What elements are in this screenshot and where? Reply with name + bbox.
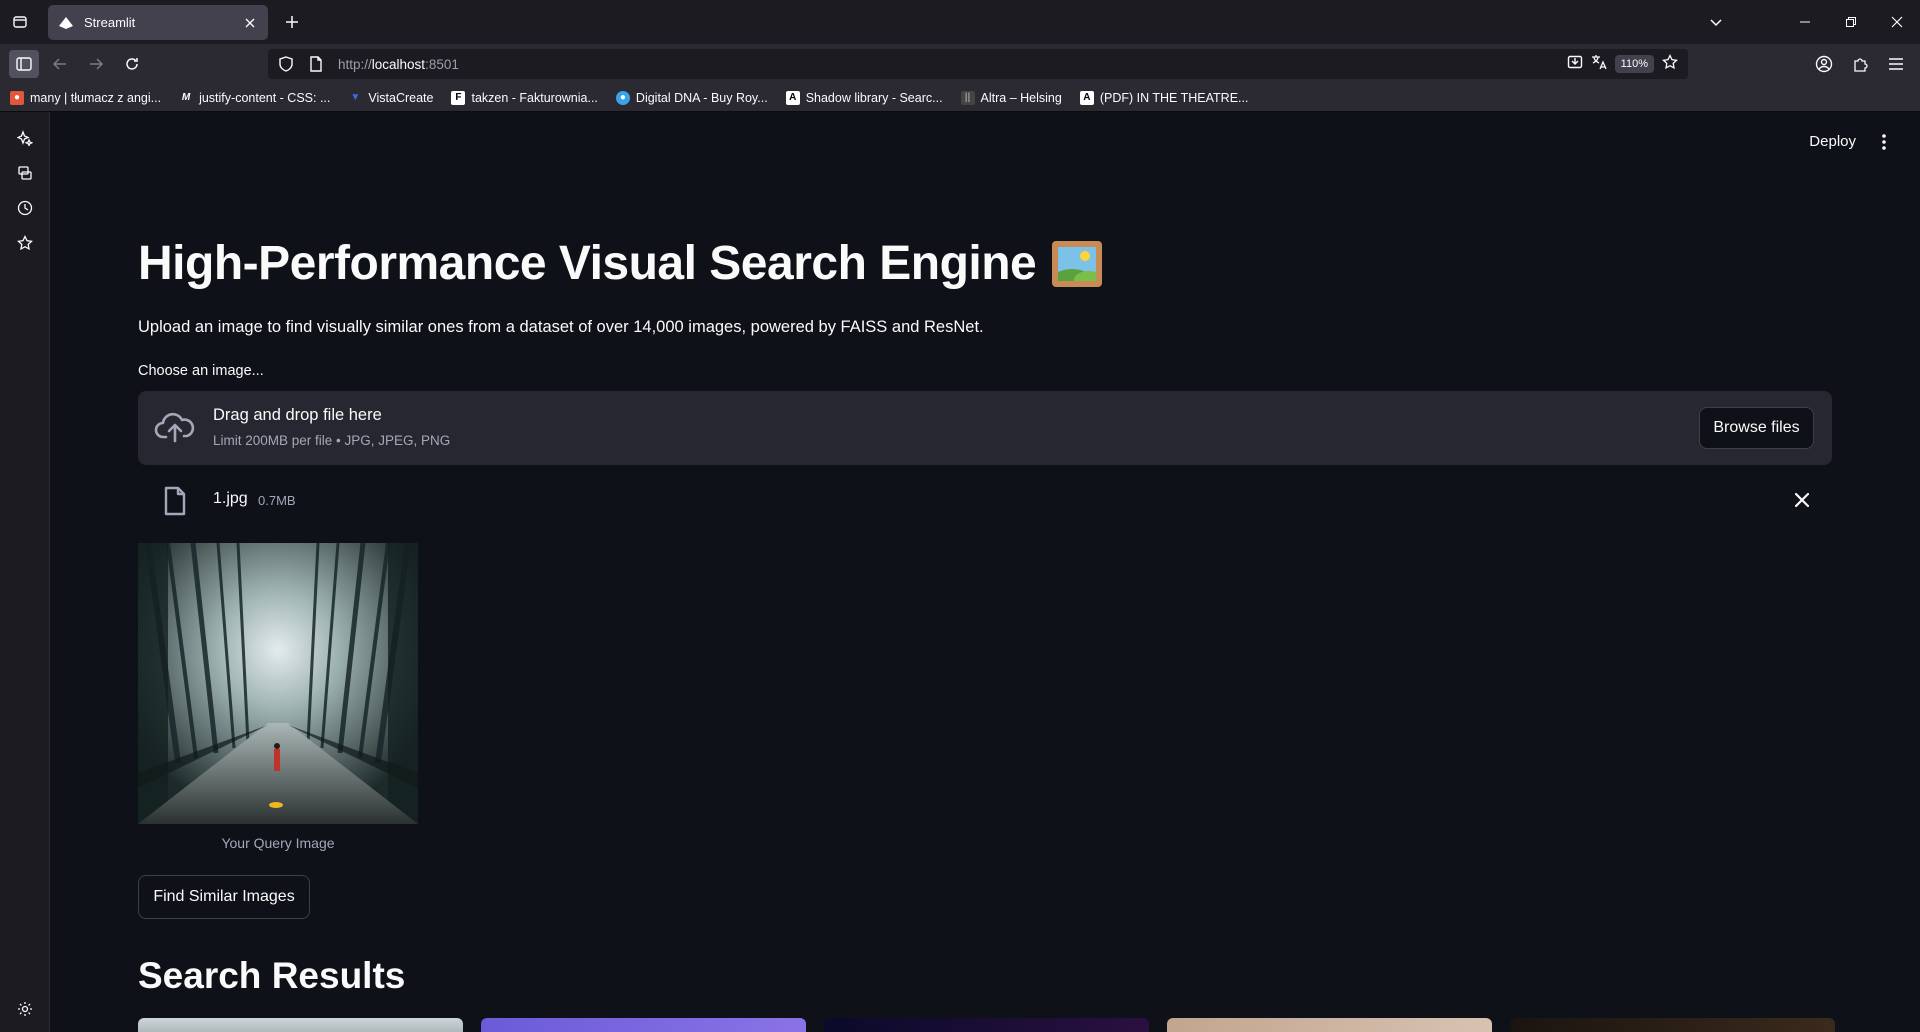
bookmark-label: justify-content - CSS: ...: [199, 90, 331, 105]
tab-title: Streamlit: [84, 15, 136, 30]
result-image: [824, 1018, 1149, 1032]
bookmark-item[interactable]: ● many | tłumacz z angi...: [10, 90, 162, 105]
customize-sidebar-gear-icon[interactable]: [13, 997, 37, 1021]
page-title: High-Performance Visual Search Engine: [138, 236, 1103, 291]
bookmark-item[interactable]: A Shadow library - Searc...: [785, 90, 943, 105]
bookmark-star-icon[interactable]: [1662, 53, 1678, 75]
account-icon[interactable]: [1810, 50, 1838, 78]
url-port: :8501: [425, 56, 459, 72]
new-tab-icon[interactable]: [278, 8, 306, 36]
deploy-button[interactable]: Deploy: [1809, 133, 1856, 150]
app-menu-hamburger-icon[interactable]: [1882, 50, 1910, 78]
bookmark-favicon-icon: ●: [10, 90, 24, 105]
translate-icon[interactable]: [1591, 54, 1607, 75]
streamlit-app: Deploy High-Performance Visual Search En…: [51, 112, 1920, 1032]
url-host: localhost: [371, 56, 426, 72]
bookmark-item[interactable]: A (PDF) IN THE THEATRE...: [1079, 90, 1249, 105]
bookmark-item[interactable]: ▼ VistaCreate: [348, 91, 433, 105]
extensions-puzzle-icon[interactable]: [1846, 50, 1874, 78]
forward-arrow-icon[interactable]: [81, 50, 111, 78]
bookmark-label: Digital DNA - Buy Roy...: [635, 90, 768, 105]
close-tab-icon[interactable]: [242, 15, 258, 31]
window-controls: [1782, 0, 1920, 44]
firefox-view-icon[interactable]: [0, 0, 40, 44]
file-dropzone[interactable]: Drag and drop file here Limit 200MB per …: [138, 391, 1832, 465]
bookmark-label: VistaCreate: [368, 90, 434, 105]
bookmark-item[interactable]: ● Digital DNA - Buy Roy...: [615, 90, 768, 105]
page-title-text: High-Performance Visual Search Engine: [138, 237, 1037, 290]
tracking-protection-shield-icon[interactable]: [274, 52, 298, 76]
page-description: Upload an image to find visually similar…: [138, 318, 984, 336]
bookmark-item[interactable]: Ftakzen - Fakturownia...: [451, 90, 598, 105]
bookmark-favicon-icon: A: [785, 90, 800, 105]
bookmark-favicon-icon: ||: [960, 90, 975, 105]
bookmark-label: takzen - Fakturownia...: [471, 90, 598, 105]
bookmark-favicon-icon: ▼: [350, 92, 361, 103]
uploaded-file-name: 1.jpg: [213, 490, 248, 507]
sidebar-toggle-icon[interactable]: [9, 50, 39, 78]
dropzone-limits: Limit 200MB per file • JPG, JPEG, PNG: [213, 433, 451, 448]
bookmark-favicon-icon: M: [181, 92, 191, 103]
browser-sidebar: [0, 112, 50, 1032]
url-bar[interactable]: http://localhost:8501 110%: [268, 49, 1688, 79]
dropzone-title: Drag and drop file here: [213, 406, 382, 424]
bookmark-label: Shadow library - Searc...: [805, 90, 943, 105]
result-image: [1510, 1018, 1835, 1032]
browser-tab-bar: Streamlit: [0, 0, 1920, 44]
synced-tabs-icon[interactable]: [13, 161, 37, 185]
bookmarks-toolbar: ● many | tłumacz z angi... Mjustify-conte…: [0, 84, 1920, 112]
minimize-icon[interactable]: [1782, 0, 1828, 44]
framed-picture-icon: [1052, 240, 1103, 287]
zoom-level-badge[interactable]: 110%: [1614, 55, 1654, 73]
restore-icon[interactable]: [1828, 0, 1874, 44]
back-arrow-icon[interactable]: [45, 50, 75, 78]
uploader-label: Choose an image...: [138, 363, 264, 379]
bookmark-favicon-icon: F: [451, 90, 466, 105]
bookmark-favicon-icon: ●: [615, 90, 630, 105]
query-image-caption: Your Query Image: [221, 835, 335, 851]
bookmark-label: (PDF) IN THE THEATRE...: [1099, 90, 1249, 105]
save-to-pocket-icon[interactable]: [1567, 54, 1583, 75]
result-image: [1167, 1018, 1492, 1032]
main-menu-kebab-icon[interactable]: [1874, 132, 1894, 152]
browser-tab-active[interactable]: Streamlit: [48, 5, 268, 40]
results-heading: Search Results: [138, 955, 406, 996]
ai-chatbot-sparkle-icon[interactable]: [13, 126, 37, 150]
result-image: [481, 1018, 806, 1032]
uploaded-file-row: 1.jpg 0.7MB: [138, 478, 1832, 522]
streamlit-favicon-icon: [58, 15, 74, 31]
bookmark-item[interactable]: Mjustify-content - CSS: ...: [179, 91, 330, 105]
bookmark-label: many | tłumacz z angi...: [30, 90, 162, 105]
bookmarks-star-icon[interactable]: [13, 231, 37, 255]
browser-nav-bar: http://localhost:8501 110%: [0, 44, 1920, 84]
uploaded-file-size: 0.7MB: [258, 493, 296, 508]
reload-icon[interactable]: [117, 50, 147, 78]
result-image: [138, 1018, 463, 1032]
results-grid: [138, 1018, 1835, 1032]
list-all-tabs-icon[interactable]: [1696, 0, 1736, 44]
close-window-icon[interactable]: [1874, 0, 1920, 44]
query-image: [138, 543, 418, 824]
browse-files-button[interactable]: Browse files: [1699, 407, 1814, 449]
bookmark-label: Altra – Helsing: [980, 90, 1062, 105]
url-text[interactable]: http://localhost:8501: [338, 57, 1567, 72]
url-scheme: http://: [338, 56, 372, 72]
page-info-icon[interactable]: [304, 52, 328, 76]
history-clock-icon[interactable]: [13, 196, 37, 220]
bookmark-favicon-icon: A: [1079, 90, 1094, 105]
bookmark-item[interactable]: || Altra – Helsing: [960, 90, 1062, 105]
cloud-upload-icon: [154, 411, 196, 445]
file-icon: [162, 486, 188, 516]
remove-file-close-icon[interactable]: [1790, 488, 1814, 512]
find-similar-images-button[interactable]: Find Similar Images: [138, 875, 310, 919]
